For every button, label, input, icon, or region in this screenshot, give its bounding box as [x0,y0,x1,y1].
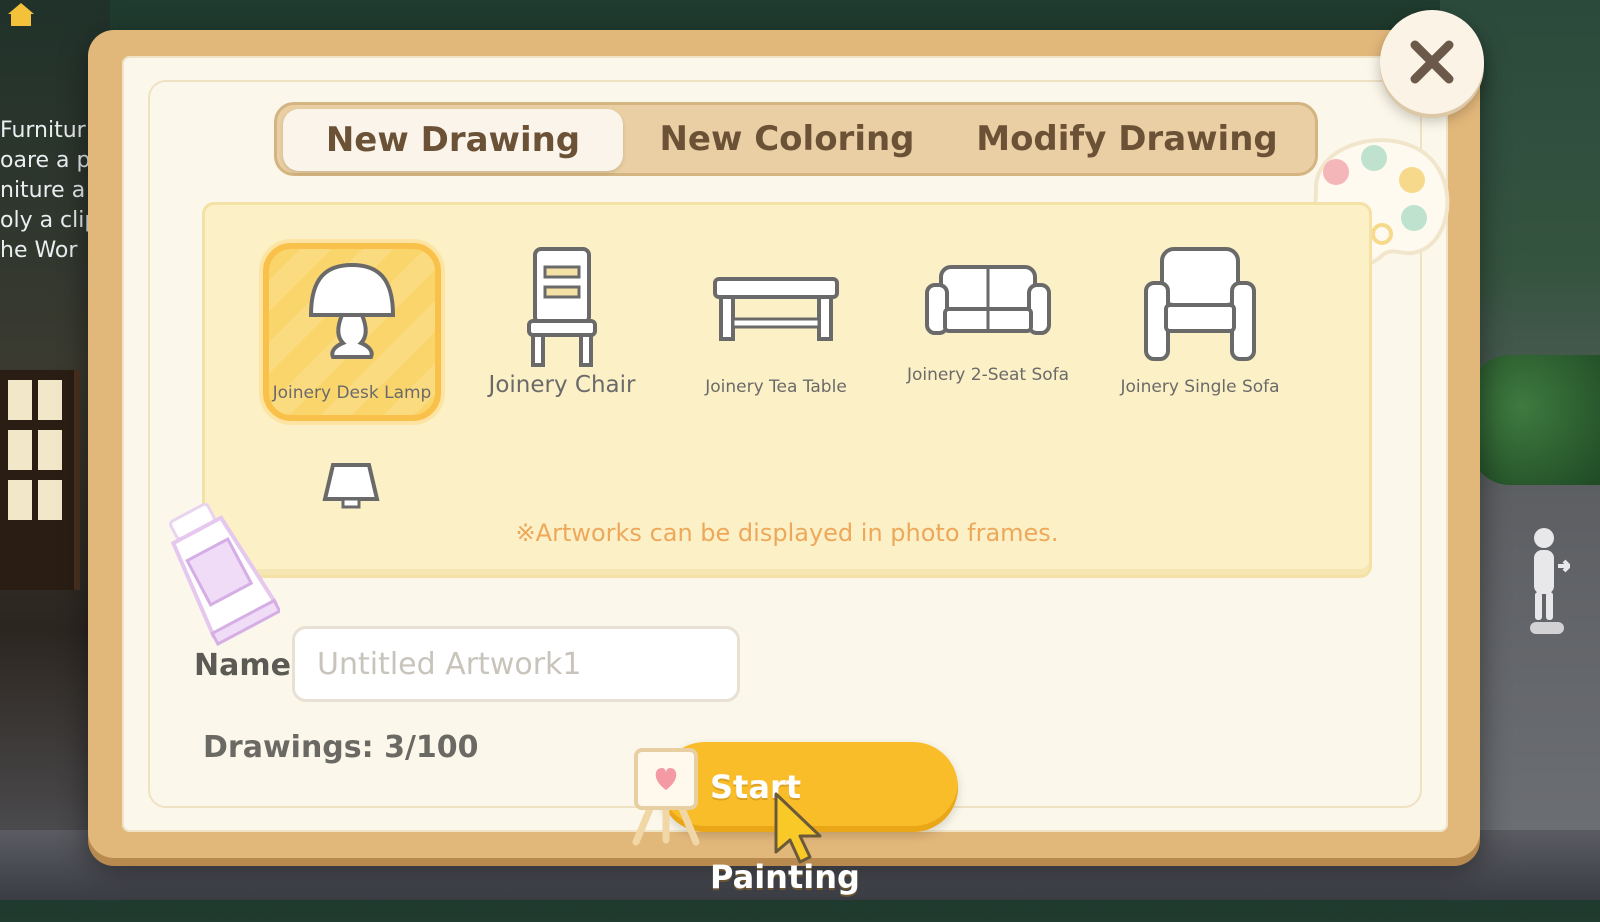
background-text-line: he Wor [0,238,78,263]
close-icon [1410,40,1454,84]
background-text-line: oly a clip [0,208,96,233]
artwork-note: ※Artworks can be displayed in photo fram… [515,519,1059,547]
item-joinery-single-sofa[interactable]: Joinery Single Sofa [1111,243,1289,421]
background-quest-text: Furnitur oare a p niture a oly a clip he… [0,116,96,266]
home-icon[interactable] [4,0,38,28]
background-window [0,370,80,590]
tab-new-coloring[interactable]: New Coloring [637,105,937,173]
desk-lamp-icon [308,262,396,359]
easel-icon [632,748,700,846]
tab-modify-drawing[interactable]: Modify Drawing [957,105,1297,173]
lamp-shade-icon[interactable] [321,461,381,511]
background-hedge [1470,355,1600,485]
mode-tabs: New Drawing New Coloring Modify Drawing [274,102,1318,176]
item-joinery-desk-lamp[interactable]: Joinery Desk Lamp [263,243,441,421]
tea-table-icon [713,277,839,341]
item-joinery-chair[interactable]: Joinery Chair [473,243,651,421]
background-text-line: niture a [0,178,86,203]
item-label: Joinery Tea Table [705,377,847,397]
single-sofa-icon [1144,247,1256,361]
two-seat-sofa-icon [925,265,1051,335]
furniture-template-grid: Joinery Desk Lamp Joinery Chair Joinery … [202,202,1372,578]
item-label: Joinery Desk Lamp [272,383,432,403]
close-button[interactable] [1380,10,1484,114]
artwork-name-input[interactable] [292,626,740,702]
chair-icon [527,247,597,367]
start-painting-label: Start Painting [710,768,860,896]
item-label: Joinery Single Sofa [1120,377,1280,397]
mouse-cursor-icon [774,792,822,864]
tab-new-drawing[interactable]: New Drawing [283,109,623,171]
paint-tube-icon [169,502,280,646]
drawings-count: Drawings: 3/100 [203,730,479,765]
item-joinery-tea-table[interactable]: Joinery Tea Table [687,243,865,421]
item-label: Joinery 2-Seat Sofa [906,365,1070,385]
background-text-line: oare a p [0,148,91,173]
item-joinery-2-seat-sofa[interactable]: Joinery 2-Seat Sofa [899,243,1077,421]
character-figure-icon[interactable] [1524,526,1570,636]
item-label: Joinery Chair [488,372,636,398]
name-label: Name [194,648,291,683]
background-text-line: Furnitur [0,118,86,143]
